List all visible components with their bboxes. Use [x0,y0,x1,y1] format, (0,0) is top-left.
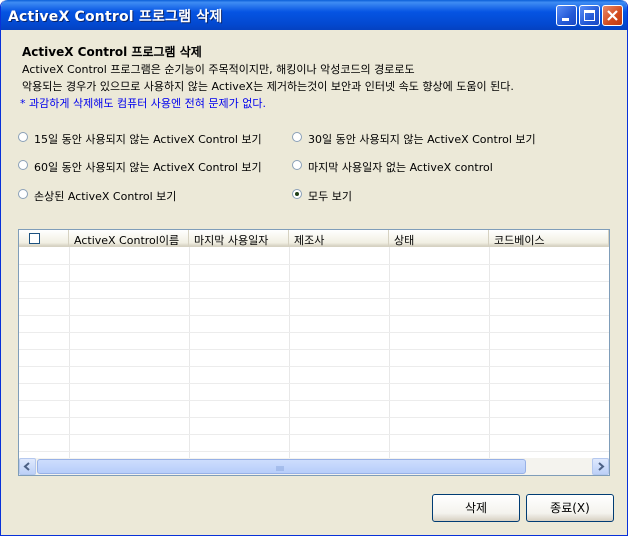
arrow-left-icon [23,462,30,471]
radio-icon [18,189,28,199]
row-divider [19,417,609,418]
row-divider [19,400,609,401]
radio-label: 15일 동안 사용되지 않는 ActiveX Control 보기 [34,133,262,146]
horizontal-scrollbar[interactable] [19,458,609,475]
scroll-left-button[interactable] [19,458,36,475]
column-divider [489,247,490,458]
row-divider [19,281,609,282]
column-divider [189,247,190,458]
column-divider [289,247,290,458]
title-bar[interactable]: ActiveX Control 프로그램 삭제 [1,0,627,30]
radio-label: 모두 보기 [308,190,352,203]
column-header-name[interactable]: ActiveX Control이름 [69,230,189,247]
radio-icon [18,132,28,142]
row-divider [19,383,609,384]
row-divider [19,315,609,316]
column-header-select-all[interactable] [19,230,69,247]
window-title: ActiveX Control 프로그램 삭제 [8,9,223,25]
column-header-codebase[interactable]: 코드베이스 [489,230,609,247]
row-divider [19,349,609,350]
radio-selected-icon [292,189,302,199]
radio-icon [18,160,28,170]
radio-label: 30일 동안 사용되지 않는 ActiveX Control 보기 [308,133,536,146]
maximize-icon [584,10,595,21]
row-divider [19,264,609,265]
column-header-manufacturer[interactable]: 제조사 [289,230,389,247]
close-icon [607,10,618,21]
grip-icon [276,466,284,471]
select-all-checkbox[interactable] [29,233,40,244]
radio-icon [292,132,302,142]
section-title: ActiveX Control 프로그램 삭제 [22,45,202,59]
description-line1: ActiveX Control 프로그램은 순기능이 주목적이지만, 해킹이나 … [22,63,415,76]
row-divider [19,434,609,435]
row-divider [19,451,609,452]
dialog-window: ActiveX Control 프로그램 삭제 ActiveX Control … [0,0,628,536]
radio-label: 손상된 ActiveX Control 보기 [34,190,177,203]
row-divider [19,366,609,367]
radio-label: 60일 동안 사용되지 않는 ActiveX Control 보기 [34,161,262,174]
row-divider [19,332,609,333]
column-header-status[interactable]: 상태 [389,230,489,247]
minimize-icon [562,18,569,21]
radio-icon [292,160,302,170]
column-divider [389,247,390,458]
scroll-thumb[interactable] [37,459,526,474]
column-divider [69,247,70,458]
maximize-button[interactable] [579,5,600,26]
description-line2: 악용되는 경우가 있으므로 사용하지 않는 ActiveX는 제거하는것이 보안… [22,80,514,93]
delete-button[interactable]: 삭제 [432,494,520,522]
minimize-button[interactable] [556,5,577,26]
close-button[interactable] [602,5,623,26]
activex-list[interactable]: ActiveX Control이름 마지막 사용일자 제조사 상태 코드베이스 [18,229,610,476]
exit-button[interactable]: 종료(X) [526,494,614,522]
row-divider [19,298,609,299]
radio-label: 마지막 사용일자 없는 ActiveX control [308,161,493,174]
column-header-last-used[interactable]: 마지막 사용일자 [189,230,289,247]
scroll-right-button[interactable] [592,458,609,475]
arrow-right-icon [598,462,605,471]
note-text: * 과감하게 삭제해도 컴퓨터 사용엔 전혀 문제가 없다. [20,97,266,110]
